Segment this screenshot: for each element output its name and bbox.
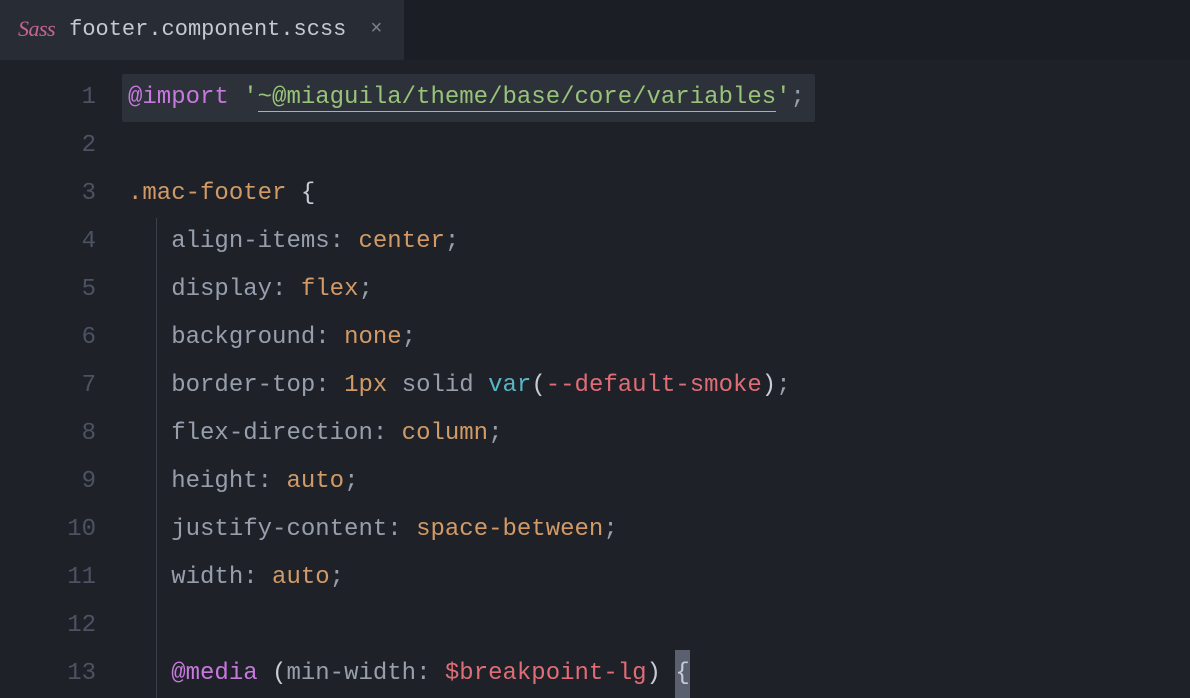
semicolon: ; (791, 84, 805, 111)
selector: .mac-footer (128, 180, 286, 207)
css-property: align-items (171, 228, 329, 255)
code-line: @media (min-width: $breakpoint-lg) { (128, 650, 1190, 698)
code-line: justify-content: space-between; (128, 506, 1190, 554)
code-line: @import '~@miaguila/theme/base/core/vari… (128, 74, 1190, 122)
line-number-gutter: 1 2 3 4 5 6 7 8 9 10 11 12 13 (0, 74, 128, 698)
indent-guide (156, 410, 157, 458)
brace-open: { (301, 180, 315, 207)
css-property: width (171, 564, 243, 591)
indent-guide (156, 314, 157, 362)
line-number: 3 (0, 170, 96, 218)
css-function: var (488, 372, 531, 399)
code-line: background: none; (128, 314, 1190, 362)
line-number: 10 (0, 506, 96, 554)
css-value: center (358, 228, 444, 255)
code-line: flex-direction: column; (128, 410, 1190, 458)
keyword-import: @import (128, 84, 229, 111)
css-property: flex-direction (171, 420, 373, 447)
css-value: none (344, 324, 402, 351)
css-property: background (171, 324, 315, 351)
code-line: border-top: 1px solid var(--default-smok… (128, 362, 1190, 410)
indent-guide (156, 266, 157, 314)
css-keyword: solid (402, 372, 474, 399)
line-number: 5 (0, 266, 96, 314)
line-number: 2 (0, 122, 96, 170)
line-number: 8 (0, 410, 96, 458)
code-line: align-items: center; (128, 218, 1190, 266)
cursor: { (675, 650, 690, 698)
css-value: column (402, 420, 488, 447)
code-line (128, 602, 1190, 650)
at-rule: @media (171, 660, 257, 687)
string-quote: ' (243, 84, 257, 111)
sass-icon: Sass (18, 16, 55, 42)
scss-variable: $breakpoint-lg (445, 660, 647, 687)
css-property: height (171, 468, 257, 495)
line-number: 9 (0, 458, 96, 506)
line-number: 1 (0, 74, 96, 122)
css-number: 1px (344, 372, 387, 399)
import-path: ~@miaguila/theme/base/core/variables (258, 84, 776, 112)
indent-guide (156, 650, 157, 698)
string-quote: ' (776, 84, 790, 111)
tab-filename: footer.component.scss (69, 17, 346, 42)
indent-guide (156, 554, 157, 602)
css-value: space-between (416, 516, 603, 543)
indent-guide (156, 218, 157, 266)
line-number: 7 (0, 362, 96, 410)
code-line: height: auto; (128, 458, 1190, 506)
css-property: display (171, 276, 272, 303)
line-number: 12 (0, 602, 96, 650)
indent-guide (156, 458, 157, 506)
indent-guide (156, 506, 157, 554)
code-line (128, 122, 1190, 170)
css-property: border-top (171, 372, 315, 399)
css-value: flex (301, 276, 359, 303)
code-line: display: flex; (128, 266, 1190, 314)
code-area[interactable]: @import '~@miaguila/theme/base/core/vari… (128, 74, 1190, 698)
line-number: 13 (0, 650, 96, 698)
indent-guide (156, 602, 157, 650)
css-value: auto (272, 564, 330, 591)
css-custom-prop: --default-smoke (546, 372, 762, 399)
css-property: justify-content (171, 516, 387, 543)
line-number: 6 (0, 314, 96, 362)
code-line: .mac-footer { (128, 170, 1190, 218)
css-value: auto (286, 468, 344, 495)
indent-guide (156, 362, 157, 410)
tab-footer-component-scss[interactable]: Sass footer.component.scss × (0, 0, 404, 60)
code-line: width: auto; (128, 554, 1190, 602)
line-number: 11 (0, 554, 96, 602)
line-number: 4 (0, 218, 96, 266)
media-feature: min-width (286, 660, 416, 687)
close-icon[interactable]: × (370, 18, 382, 41)
tab-bar: Sass footer.component.scss × (0, 0, 1190, 60)
code-editor[interactable]: 1 2 3 4 5 6 7 8 9 10 11 12 13 @import '~… (0, 60, 1190, 698)
